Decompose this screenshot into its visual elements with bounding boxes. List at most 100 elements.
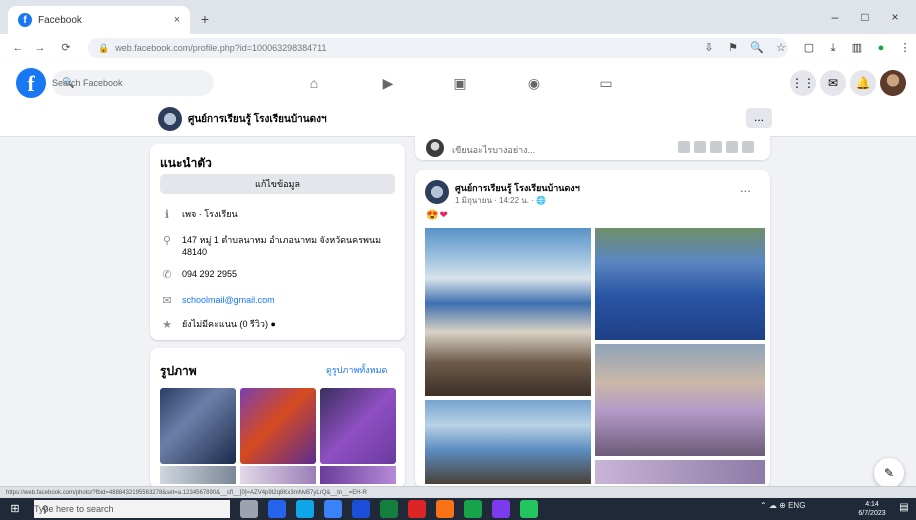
messenger-icon[interactable]: ✉: [820, 70, 846, 96]
checkin-icon[interactable]: [726, 141, 738, 153]
firefox-icon[interactable]: [436, 500, 454, 518]
info-row-email: ✉ schoolmail@gmail.com: [160, 294, 400, 308]
bookmark-star-icon[interactable]: ☆: [772, 38, 790, 58]
notification-center-icon[interactable]: ▤: [898, 502, 910, 516]
url-text: web.facebook.com/profile.php?id=10006329…: [115, 43, 327, 53]
menu-grid-icon[interactable]: ⋮⋮: [790, 70, 816, 96]
gaming-nav-icon[interactable]: ▭: [576, 70, 636, 96]
facebook-logo[interactable]: f: [16, 68, 46, 98]
download-icon[interactable]: ⇩: [700, 38, 718, 58]
photo-thumbnail[interactable]: [160, 388, 236, 464]
close-window-button[interactable]: ×: [880, 6, 910, 28]
see-all-photos-link[interactable]: ดูรูปภาพทั้งหมด: [326, 363, 387, 377]
photo-thumbnail[interactable]: [320, 388, 396, 464]
info-row-category: ℹ เพจ · โรงเรียน: [160, 208, 400, 222]
edit-details-button[interactable]: แก้ไขข้อมูล: [160, 174, 395, 194]
photos-icon[interactable]: [492, 500, 510, 518]
photo-thumbnail[interactable]: [160, 466, 236, 484]
page-avatar[interactable]: [158, 107, 182, 131]
video-nav-icon[interactable]: ▶: [358, 70, 418, 96]
post-photo[interactable]: [595, 344, 765, 456]
browser-tab[interactable]: f Facebook ×: [8, 6, 190, 34]
post-photo[interactable]: [425, 228, 591, 396]
photo-icon[interactable]: [678, 141, 690, 153]
intro-title: แนะนำตัว: [160, 156, 212, 170]
clock-date: 6/7/2023: [858, 510, 886, 517]
groups-nav-icon[interactable]: ◉: [504, 70, 564, 96]
search-placeholder: Search Facebook: [52, 78, 123, 88]
clock-time: 4:14: [865, 501, 879, 508]
translate-icon[interactable]: ⚑: [724, 38, 742, 58]
omnibox-actions: ⇩ ⚑ 🔍 ☆: [700, 38, 790, 58]
facebook-search-input[interactable]: 🔍 Search Facebook: [52, 70, 214, 96]
file-explorer-icon[interactable]: [268, 500, 286, 518]
composer-actions: [678, 141, 754, 153]
email-icon: ✉: [162, 295, 172, 307]
post-photo[interactable]: [595, 460, 765, 484]
zoom-icon[interactable]: 🔍: [748, 38, 766, 58]
info-icon: ℹ: [164, 209, 170, 221]
composer-placeholder[interactable]: เขียนอะไรบางอย่าง...: [452, 143, 535, 157]
side-panel-icon[interactable]: ▥: [848, 38, 866, 58]
taskbar-search-input[interactable]: ⚲ Type here to search: [34, 500, 230, 518]
taskbar-clock[interactable]: 4:14 6/7/2023: [852, 500, 892, 518]
tag-icon[interactable]: [694, 141, 706, 153]
photo-thumbnail[interactable]: [240, 388, 316, 464]
reload-button[interactable]: ⟳: [56, 38, 76, 58]
post-text: 😍❤: [426, 210, 449, 221]
taskbar-apps: [240, 500, 538, 518]
info-row-address: ⚲ 147 หมู่ 1 ตำบลนาทม อำเภอนาทม จังหวัดน…: [160, 234, 400, 258]
info-row-rating: ★ ยังไม่มีคะแนน (0 รีวิว) ●: [160, 318, 400, 332]
tab-search-icon[interactable]: ▢: [800, 38, 818, 58]
excel-icon[interactable]: [380, 500, 398, 518]
minimize-button[interactable]: –: [820, 6, 850, 28]
windows-start-icon[interactable]: ⊞: [8, 502, 22, 516]
profile-dot-icon[interactable]: ●: [872, 38, 890, 58]
home-nav-icon[interactable]: ⌂: [284, 70, 344, 96]
post-more-button[interactable]: ...: [740, 180, 751, 195]
notifications-bell-icon[interactable]: 🔔: [850, 70, 876, 96]
post-author[interactable]: ศูนย์การเรียนรู้ โรงเรียนบ้านดงฯ: [455, 181, 580, 195]
word-icon[interactable]: [352, 500, 370, 518]
lock-icon: 🔒: [98, 42, 110, 53]
window-controls: – □ ×: [820, 6, 910, 28]
tab-title: Facebook: [38, 14, 82, 26]
rating-star-icon: ★: [162, 319, 172, 331]
facebook-favicon-icon: f: [18, 13, 32, 27]
edge-icon[interactable]: [296, 500, 314, 518]
location-pin-icon: ⚲: [162, 235, 172, 247]
browser-menu-icon[interactable]: ⋮: [896, 38, 914, 58]
info-row-phone: ✆ 094 292 2955: [160, 268, 400, 282]
post-timestamp[interactable]: 1 มิถุนายน · 14:22 น. · 🌐: [455, 194, 546, 207]
forward-button[interactable]: →: [30, 38, 50, 58]
app-icon[interactable]: [520, 500, 538, 518]
url-bar[interactable]: 🔒 web.facebook.com/profile.php?id=100063…: [88, 38, 788, 58]
powerpoint-icon[interactable]: [408, 500, 426, 518]
page-more-button[interactable]: ...: [746, 108, 772, 128]
store-icon[interactable]: [324, 500, 342, 518]
photo-thumbnail[interactable]: [320, 466, 396, 484]
marketplace-nav-icon[interactable]: ▣: [430, 70, 490, 96]
post-photo[interactable]: [595, 228, 765, 340]
post-author-avatar[interactable]: [425, 180, 449, 204]
back-button[interactable]: ←: [8, 38, 28, 58]
account-avatar[interactable]: [880, 70, 906, 96]
phone-icon: ✆: [162, 269, 172, 281]
maximize-button[interactable]: □: [850, 6, 880, 28]
post-photo[interactable]: [425, 400, 591, 484]
new-message-button[interactable]: ✎: [874, 458, 904, 488]
page-title[interactable]: ศูนย์การเรียนรู้ โรงเรียนบ้านดงฯ: [188, 112, 327, 127]
chrome-icon[interactable]: [464, 500, 482, 518]
downloads-icon[interactable]: ⤓: [824, 38, 842, 58]
system-tray[interactable]: ⌃ ☁ ⊕ ENG: [760, 501, 805, 510]
page-header-strip: [0, 104, 916, 137]
photo-thumbnail[interactable]: [240, 466, 316, 484]
composer-avatar: [426, 139, 444, 157]
tab-close-icon[interactable]: ×: [170, 14, 184, 26]
feeling-icon[interactable]: [710, 141, 722, 153]
live-icon[interactable]: [742, 141, 754, 153]
extensions-area: ▢ ⤓ ▥ ● ⋮: [800, 38, 914, 58]
task-view-icon[interactable]: [240, 500, 258, 518]
taskbar-search-placeholder: Type here to search: [34, 504, 114, 514]
new-tab-button[interactable]: +: [196, 10, 214, 28]
